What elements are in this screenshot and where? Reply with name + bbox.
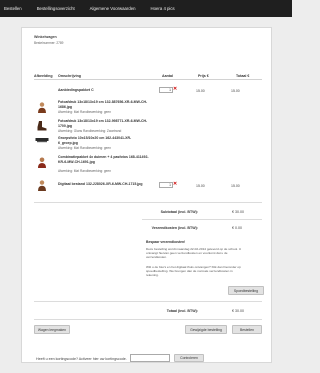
express-order-button[interactable]: Spoedbestelling bbox=[228, 286, 264, 295]
header-image: Afbeelding bbox=[34, 74, 53, 78]
total-label: Totaal (incl. BTW): bbox=[166, 309, 198, 313]
item-price: 15.00 bbox=[196, 89, 205, 93]
total-value: € 30.00 bbox=[232, 309, 244, 313]
top-navbar: Bestellen Bestellingsoverzicht Algemene … bbox=[0, 0, 292, 17]
shipping-note-text: Wilt u de foto's en het digitaal thuis o… bbox=[146, 265, 241, 278]
photo-group-icon bbox=[35, 135, 49, 145]
cart-item-name: Fotoafdruk 13x18/13x19 cm 132-887656-XR-… bbox=[58, 100, 148, 109]
quantity-input[interactable]: 1 bbox=[159, 87, 173, 93]
header-price: Prijs € bbox=[198, 74, 209, 78]
clear-cart-button[interactable]: Wagen leegmaken bbox=[34, 325, 70, 334]
cart-item-name: Combinatiepakket 4x duimen + 4 pasfotos … bbox=[58, 155, 149, 164]
item-total: 15.00 bbox=[231, 89, 240, 93]
header-description: Omschrijving bbox=[58, 74, 81, 78]
item-price: 15.00 bbox=[196, 184, 205, 188]
shipping-label: Verzendkosten (incl. BTW): bbox=[151, 226, 198, 230]
photo-portrait-icon bbox=[36, 156, 48, 168]
divider bbox=[34, 319, 262, 320]
header-quantity: Aantal bbox=[162, 74, 173, 78]
order-number: Bestelnummer: 2789 bbox=[34, 41, 64, 45]
shipping-value: € 0.00 bbox=[232, 226, 242, 230]
shipping-note-title: Bespaar verzendkosten! bbox=[146, 240, 186, 244]
cart-item-options: Afwerking: Mat Randbewerking: geen bbox=[58, 169, 111, 173]
subtotal-label: Subtotaal (incl. BTW): bbox=[160, 210, 198, 214]
update-order-button[interactable]: Gewijzigde bestelling bbox=[185, 325, 227, 334]
divider bbox=[142, 219, 262, 220]
coupon-label: Heeft u een kortingscode? Activeer hier … bbox=[36, 357, 127, 361]
nav-link-hoera[interactable]: Hoera 4 pics bbox=[151, 6, 175, 11]
item-total: 15.00 bbox=[231, 184, 240, 188]
photo-shoe-icon bbox=[36, 120, 48, 132]
remove-item-icon[interactable]: ✕ bbox=[173, 182, 178, 187]
checkout-button[interactable]: Bestellen bbox=[232, 325, 262, 334]
nav-link-algemene-voorwaarden[interactable]: Algemene Voorwaarden bbox=[90, 6, 136, 11]
cart-item-name: Groepsfoto 10x15/10x20 cm 162-443041-XR-… bbox=[58, 136, 132, 145]
photo-person-icon bbox=[36, 179, 48, 191]
cart-panel: Winkelwagen Bestelnummer: 2789 Afbeeldin… bbox=[21, 27, 272, 363]
cart-item-options: Afwerking: Mat Randbewerking: geen bbox=[58, 146, 111, 150]
header-total: Totaal € bbox=[236, 74, 250, 78]
quantity-input[interactable]: 1 bbox=[159, 182, 173, 188]
subtotal-value: € 30.00 bbox=[232, 210, 244, 214]
header-divider bbox=[34, 79, 262, 80]
cart-item-options: Afwerking: Glans Randbewerking: Zwartran… bbox=[58, 129, 122, 133]
remove-item-icon[interactable]: ✕ bbox=[173, 87, 178, 92]
shipping-note-text: Deze bestelling wordt maandag 22-02-2014… bbox=[146, 247, 242, 260]
nav-link-bestellingsoverzicht[interactable]: Bestellingsoverzicht bbox=[37, 6, 75, 11]
photo-person-icon bbox=[36, 101, 48, 113]
cart-item-name: Aanbiedingspakket C bbox=[58, 88, 94, 92]
coupon-check-button[interactable]: Controleren bbox=[174, 354, 204, 362]
nav-link-bestellen[interactable]: Bestellen bbox=[4, 6, 22, 11]
cart-item-name: Fotoafdruk 13x18/13x19 cm 132-998771-XR-… bbox=[58, 119, 148, 128]
page-title: Winkelwagen bbox=[34, 35, 57, 39]
divider bbox=[34, 202, 262, 203]
divider bbox=[34, 301, 262, 302]
cart-item-options: Afwerking: Mat Randbewerking: geen bbox=[58, 110, 111, 114]
cart-item-name: Digitaal bestand 132-228026-XR-6-MW-CH-1… bbox=[58, 182, 143, 186]
coupon-input[interactable] bbox=[130, 354, 170, 362]
